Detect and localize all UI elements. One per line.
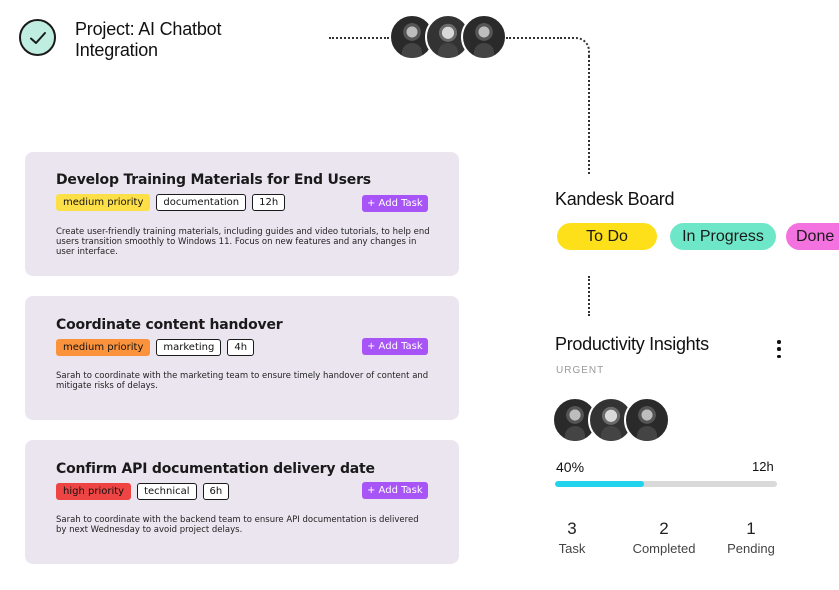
stat-label: Completed [632,541,696,556]
task-title: Coordinate content handover [56,317,283,333]
progress-hours: 12h [752,459,774,474]
connector-line [588,276,590,316]
avatar[interactable] [624,397,670,443]
insight-avatars[interactable] [552,397,670,443]
stat-value: 3 [567,519,577,538]
priority-badge: medium priority [56,339,151,356]
task-card[interactable]: Coordinate content handover medium prior… [25,296,459,420]
progress-percent: 40% [556,459,585,475]
add-task-button[interactable]: + Add Task [362,338,428,355]
task-tags: high priority technical 6h [56,483,230,500]
add-task-button[interactable]: + Add Task [362,482,428,499]
category-badge: marketing [156,339,222,356]
check-circle-icon [19,19,56,56]
urgency-label: URGENT [556,365,605,376]
status-done[interactable]: Done [786,223,839,250]
connector-line [588,56,590,174]
category-badge: documentation [156,194,247,211]
stat-pending: 1 Pending [722,519,780,556]
stat-value: 1 [746,519,756,538]
more-options-icon[interactable] [774,340,784,358]
priority-badge: medium priority [56,194,151,211]
status-todo[interactable]: To Do [557,223,657,250]
stat-task: 3 Task [556,519,588,556]
connector-line [560,37,590,57]
task-description: Sarah to coordinate with the marketing t… [56,371,429,391]
task-description: Sarah to coordinate with the backend tea… [56,515,419,535]
hours-badge: 12h [252,194,286,211]
kandesk-title: Kandesk Board [555,189,675,209]
task-tags: medium priority documentation 12h [56,194,286,211]
stat-value: 2 [659,519,669,538]
task-card[interactable]: Confirm API documentation delivery date … [25,440,459,564]
task-description: Create user-friendly training materials,… [56,227,430,257]
progress-bar-fill [555,481,644,487]
stat-completed: 2 Completed [627,519,701,556]
task-card[interactable]: Develop Training Materials for End Users… [25,152,459,276]
insights-title: Productivity Insights [555,334,709,354]
category-badge: technical [137,483,197,500]
priority-badge: high priority [56,483,132,500]
add-task-button[interactable]: + Add Task [362,195,428,212]
task-tags: medium priority marketing 4h [56,339,255,356]
hours-badge: 6h [202,483,230,500]
status-in-progress[interactable]: In Progress [670,223,776,250]
project-title: Project: AI Chatbot Integration [75,19,222,60]
hours-badge: 4h [227,339,255,356]
project-avatars[interactable] [389,14,507,60]
task-title: Confirm API documentation delivery date [56,461,375,477]
stat-label: Pending [727,541,775,556]
connector-line [329,37,389,39]
connector-line [506,37,562,39]
progress-bar [555,481,777,487]
avatar[interactable] [461,14,507,60]
task-title: Develop Training Materials for End Users [56,172,371,188]
stat-label: Task [558,541,586,556]
